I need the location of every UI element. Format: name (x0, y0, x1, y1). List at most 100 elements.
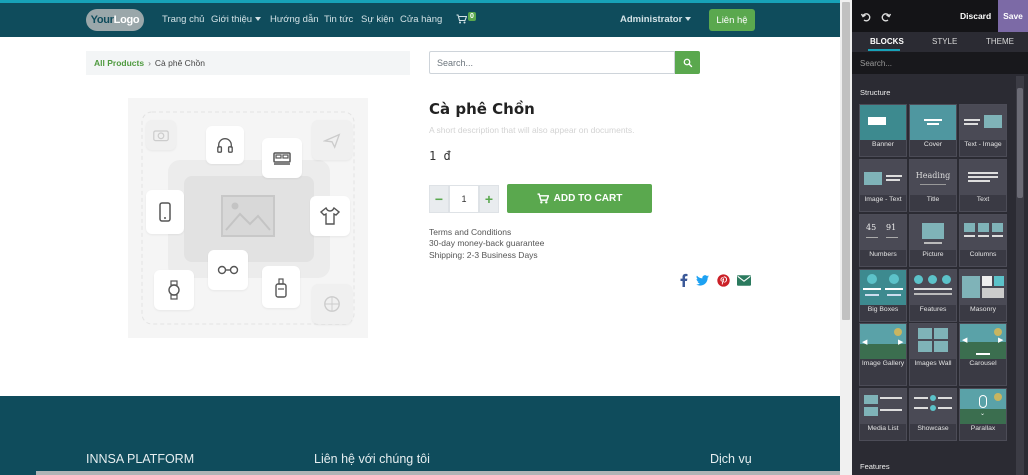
showcase-thumbnail (910, 389, 956, 424)
site-logo[interactable]: Your Logo (86, 9, 144, 31)
snippet-image-text[interactable]: Image - Text (859, 159, 907, 212)
quantity-decrease-button[interactable]: − (429, 185, 449, 213)
tab-style[interactable]: STYLE (932, 37, 957, 46)
quantity-input[interactable] (449, 185, 479, 213)
facebook-icon[interactable] (677, 273, 691, 287)
snippet-parallax[interactable]: ⌄ Parallax (959, 388, 1007, 441)
app-root: Your Logo Trang chủ Giới thiệu Hướng dẫn … (0, 0, 1028, 475)
search-input[interactable] (429, 51, 675, 74)
picture-thumbnail (910, 215, 956, 250)
snippet-label: Features (919, 306, 947, 313)
nav-link-news[interactable]: Tin tức (324, 14, 353, 25)
cart-icon (537, 193, 549, 204)
nav-link-home[interactable]: Trang chủ (162, 14, 204, 25)
airplane-icon (312, 120, 352, 160)
snippet-carousel[interactable]: ◀ ▶ Carousel (959, 323, 1007, 386)
camera-icon (146, 120, 176, 150)
snippet-features[interactable]: Features (909, 269, 957, 322)
parallax-thumbnail: ⌄ (960, 389, 1006, 424)
cart-icon[interactable] (456, 14, 468, 27)
chevron-down-icon (255, 17, 262, 22)
text-thumbnail (960, 160, 1006, 195)
watch-icon (154, 270, 194, 310)
snippet-showcase[interactable]: Showcase (909, 388, 957, 441)
snippet-images-wall[interactable]: Images Wall (909, 323, 957, 386)
guarantee-text: 30-day money-back guarantee (429, 238, 545, 248)
snippet-search-input[interactable] (852, 52, 1028, 74)
snippet-title[interactable]: Heading Title (909, 159, 957, 212)
snippet-label: Images Wall (914, 360, 952, 367)
email-icon[interactable] (737, 273, 751, 287)
user-name: Administrator (620, 14, 683, 25)
tshirt-icon (310, 196, 350, 236)
active-tab-indicator (868, 49, 900, 51)
breadcrumb: All Products › Cà phê Chồn (86, 51, 410, 75)
image-gallery-thumbnail: ◀ ▶ (860, 324, 906, 359)
nav-link-shop[interactable]: Cửa hàng (400, 14, 442, 25)
image-text-thumbnail (860, 160, 906, 195)
snippet-label: Picture (922, 251, 944, 258)
snippet-label: Carousel (969, 360, 997, 367)
snippet-label: Banner (872, 141, 894, 148)
snippet-text[interactable]: Text (959, 159, 1007, 212)
snippet-cover[interactable]: Cover (909, 104, 957, 157)
pinterest-icon[interactable] (716, 273, 730, 287)
horizontal-scrollbar[interactable] (36, 471, 840, 475)
product-description[interactable]: A short description that will also appea… (429, 125, 635, 135)
tab-theme[interactable]: THEME (986, 37, 1014, 46)
editor-scrollbar-thumb[interactable] (1017, 88, 1023, 198)
snippet-text-image[interactable]: Text - Image (959, 104, 1007, 157)
page-scrollbar-thumb[interactable] (842, 2, 850, 320)
snippet-picture[interactable]: Picture (909, 214, 957, 267)
undo-icon[interactable] (860, 10, 872, 22)
text-image-thumbnail (960, 105, 1006, 140)
cover-thumbnail (910, 105, 956, 140)
snippet-masonry[interactable]: Masonry (959, 269, 1007, 322)
save-button[interactable]: Save (998, 0, 1028, 32)
snippet-banner[interactable]: Banner (859, 104, 907, 157)
media-list-thumbnail (860, 389, 906, 424)
snippet-label: Showcase (917, 425, 949, 432)
carousel-thumbnail: ◀ ▶ (960, 324, 1006, 359)
shipping-text: Shipping: 2-3 Business Days (429, 250, 538, 260)
tab-blocks[interactable]: BLOCKS (870, 37, 904, 46)
perfume-icon (262, 266, 300, 308)
bed-icon (262, 138, 302, 178)
twitter-icon[interactable] (695, 273, 709, 287)
numbers-thumbnail: 45 91 (860, 215, 906, 250)
snippet-label: Cover (923, 141, 943, 148)
chevron-down-icon (685, 17, 692, 22)
discard-button[interactable]: Discard (960, 11, 991, 21)
nav-link-events[interactable]: Sự kiện (361, 14, 394, 25)
search-icon (683, 58, 692, 67)
contact-button[interactable]: Liên hệ (709, 9, 755, 31)
product-name: Cà phê Chồn (429, 100, 535, 118)
sunglasses-icon (208, 250, 248, 290)
smartphone-icon (146, 190, 184, 234)
headphones-icon (206, 126, 244, 164)
quantity-increase-button[interactable]: + (479, 185, 499, 213)
snippet-media-list[interactable]: Media List (859, 388, 907, 441)
nav-link-guide[interactable]: Hướng dẫn (270, 14, 319, 25)
snippet-label: Text - Image (964, 141, 1002, 148)
add-to-cart-button[interactable]: ADD TO CART (507, 184, 652, 213)
section-heading-features: Features (860, 462, 890, 471)
snippet-label: Image Gallery (861, 360, 905, 367)
snippet-label: Media List (867, 425, 899, 432)
search-button[interactable] (675, 51, 700, 74)
snippet-label: Numbers (869, 251, 897, 258)
snippet-label: Text (976, 196, 990, 203)
add-to-cart-label: ADD TO CART (553, 193, 623, 204)
user-menu[interactable]: Administrator (620, 14, 692, 25)
redo-icon[interactable] (880, 10, 892, 22)
nav-link-about[interactable]: Giới thiệu (211, 14, 262, 25)
breadcrumb-separator: › (148, 58, 151, 68)
numbers-thumbnail-value: 45 (866, 223, 877, 232)
snippet-big-boxes[interactable]: Big Boxes (859, 269, 907, 322)
snippet-columns[interactable]: Columns (959, 214, 1007, 267)
snippet-image-gallery[interactable]: ◀ ▶ Image Gallery (859, 323, 907, 386)
breadcrumb-all-products[interactable]: All Products (94, 58, 144, 68)
editor-panel: Discard Save BLOCKS STYLE THEME Structur… (852, 0, 1028, 475)
snippet-numbers[interactable]: 45 91 Numbers (859, 214, 907, 267)
terms-link[interactable]: Terms and Conditions (429, 227, 511, 237)
